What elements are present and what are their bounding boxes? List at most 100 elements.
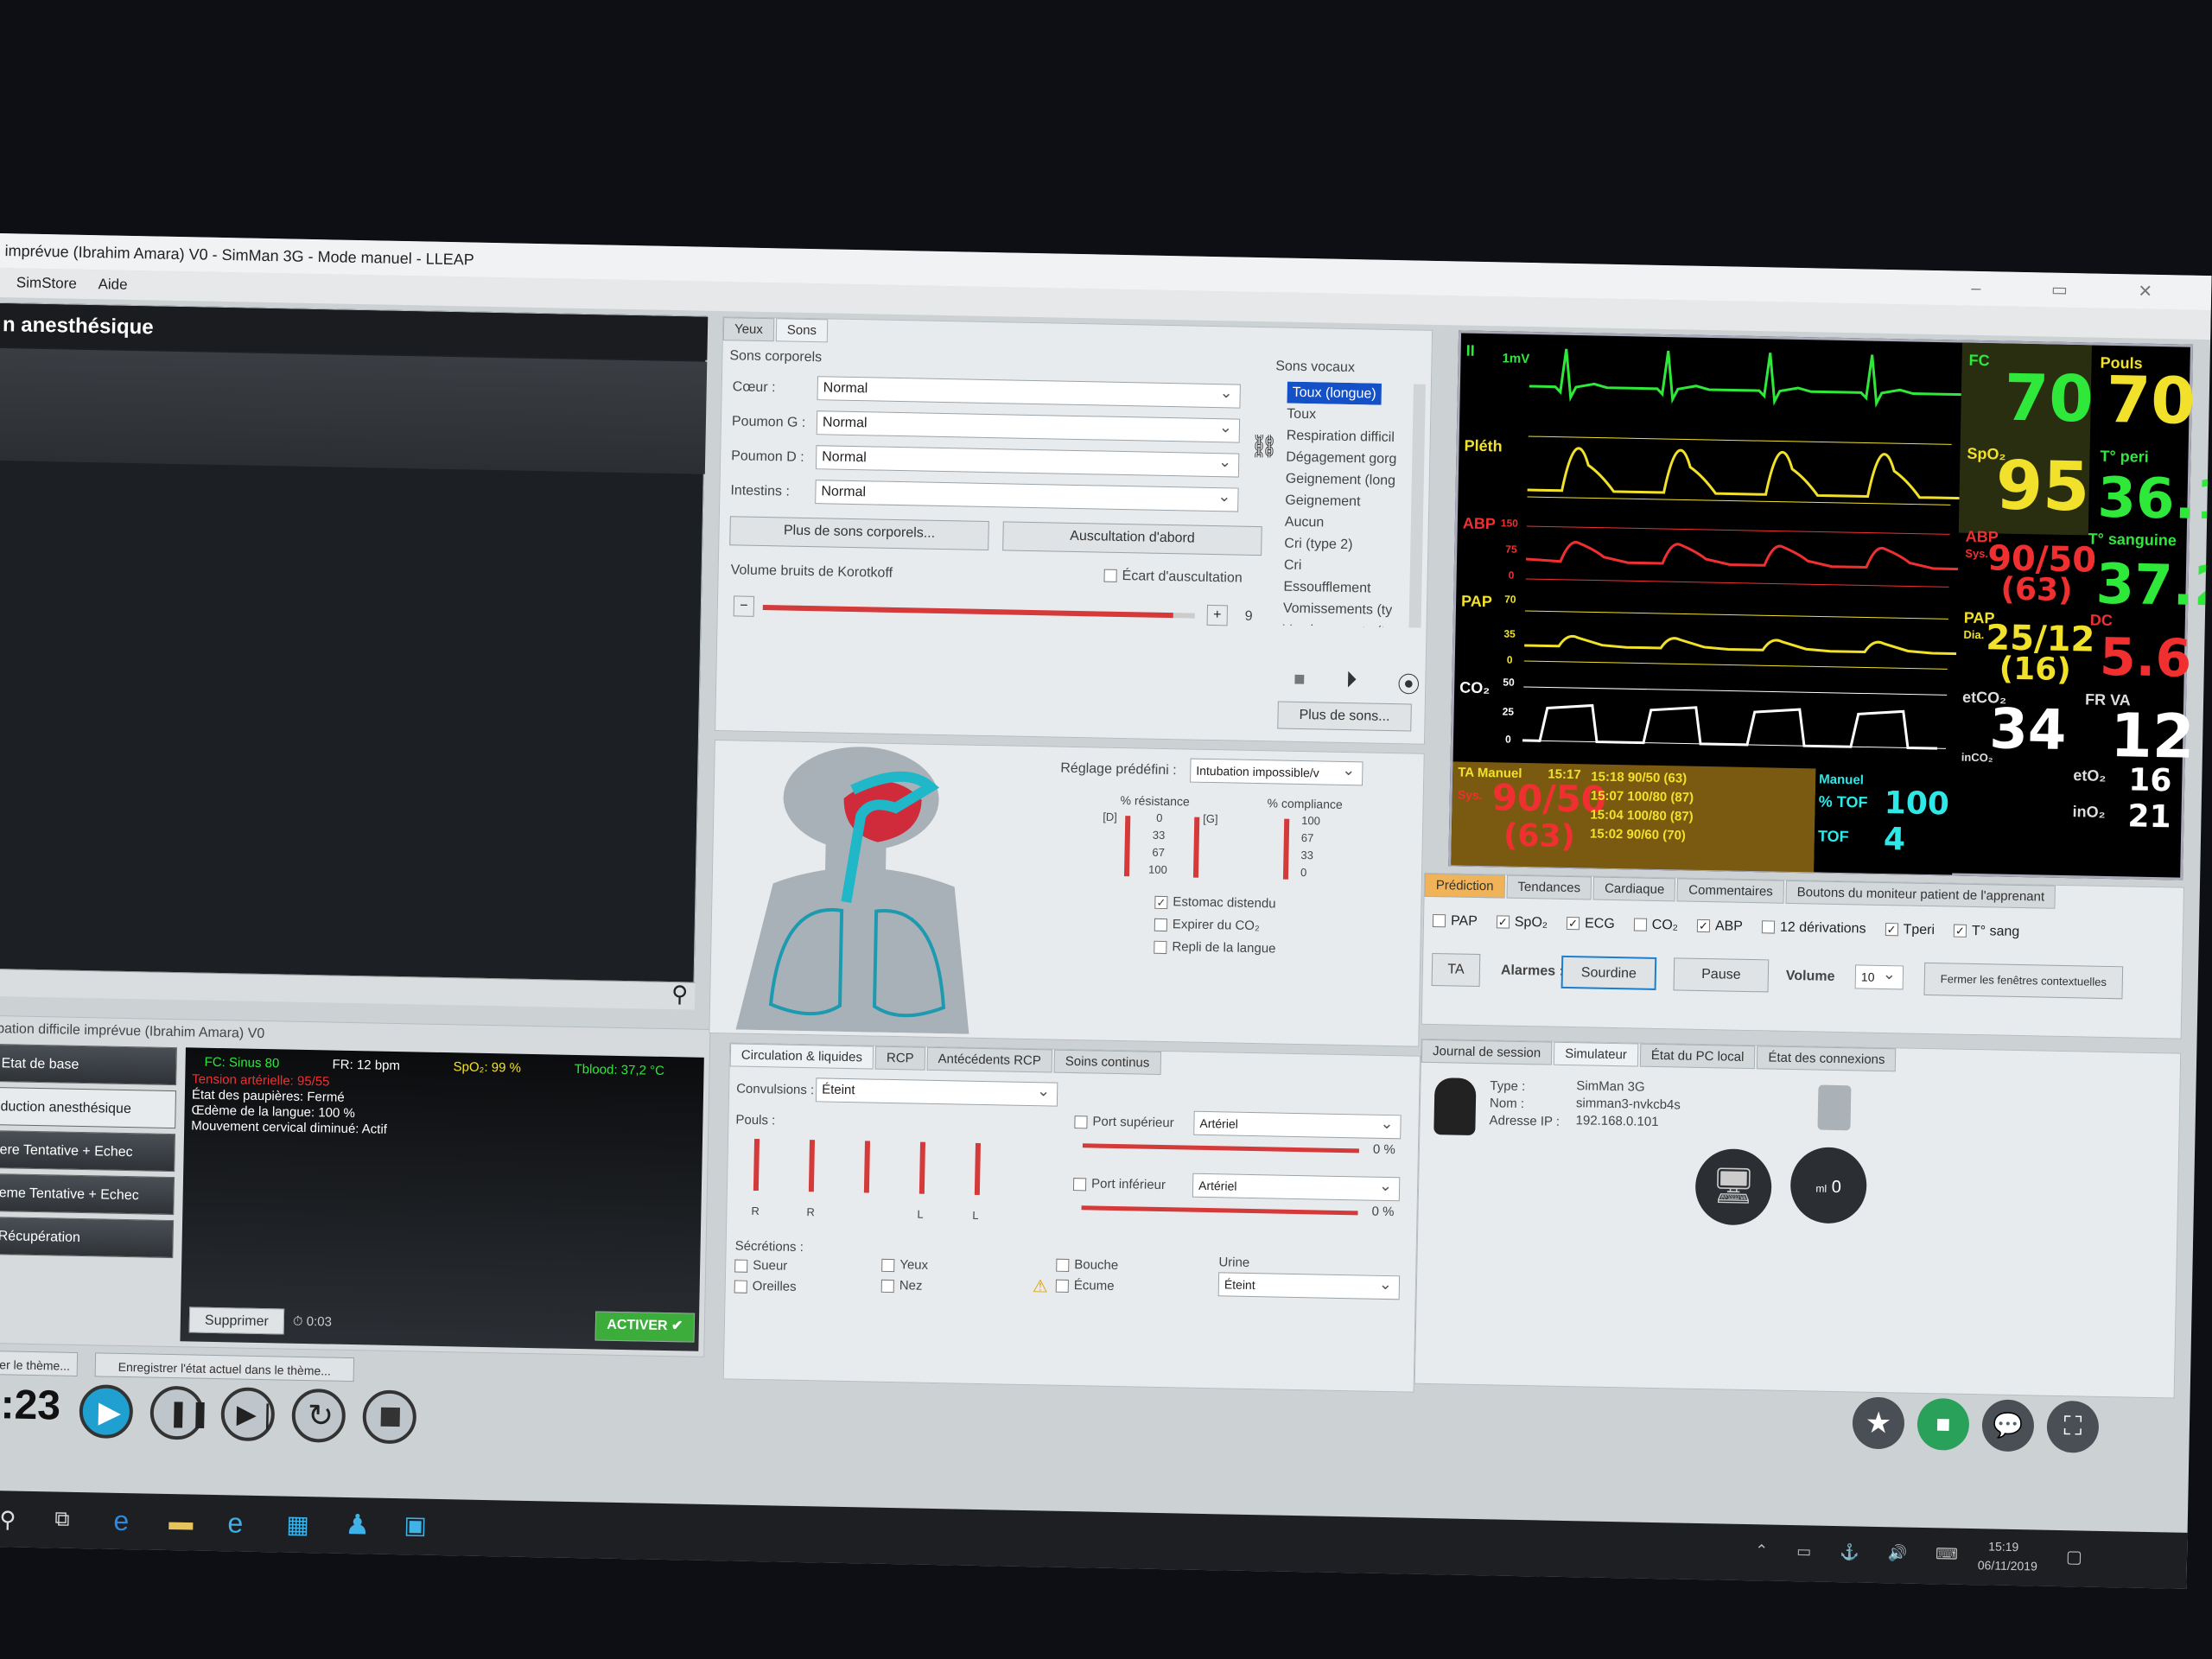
monitor-param-checkbox[interactable]: PAP: [1432, 913, 1478, 930]
volume-plus[interactable]: +: [1206, 604, 1229, 626]
tab-cardiaque[interactable]: Cardiaque: [1592, 876, 1676, 902]
pulse-slider[interactable]: [918, 1141, 926, 1194]
sec-sueur[interactable]: Sueur: [734, 1258, 787, 1274]
delete-button[interactable]: Supprimer: [188, 1306, 285, 1335]
camera-icon[interactable]: ■: [1916, 1397, 1970, 1451]
tab-antecedents-rcp[interactable]: Antécédents RCP: [926, 1046, 1053, 1073]
vocal-sound-item[interactable]: Toux (longue): [1284, 381, 1414, 406]
compliance-slider[interactable]: [1282, 818, 1290, 880]
app-icon[interactable]: ▣: [404, 1510, 427, 1540]
sec-bouche[interactable]: Bouche: [1056, 1257, 1118, 1273]
play-button[interactable]: ▶: [79, 1384, 134, 1440]
sec-ecume[interactable]: Écume: [1055, 1278, 1115, 1294]
sec-oreilles[interactable]: Oreilles: [734, 1279, 797, 1294]
checkbox[interactable]: [734, 1259, 748, 1273]
step-recuperation[interactable]: Récupération: [0, 1216, 175, 1259]
left-lung-select[interactable]: Normal: [816, 410, 1241, 443]
menu-aide[interactable]: Aide: [98, 276, 127, 293]
checkbox[interactable]: ✓: [1496, 915, 1510, 929]
checkbox[interactable]: [1761, 920, 1776, 934]
checkbox[interactable]: [1056, 1258, 1070, 1272]
save-theme-button[interactable]: Enregistrer l'état actuel dans le thème.…: [94, 1352, 355, 1382]
tab-yeux[interactable]: Yeux: [722, 317, 775, 342]
monitor-param-checkbox[interactable]: ✓ ABP: [1696, 918, 1743, 935]
step-etat-de-base[interactable]: Etat de base: [0, 1043, 177, 1086]
checkbox[interactable]: ✓: [1885, 923, 1898, 937]
theme-button[interactable]: strer le thème...: [0, 1350, 79, 1376]
star-icon[interactable]: ★: [1852, 1396, 1905, 1450]
checkbox[interactable]: [1432, 914, 1446, 928]
activate-button[interactable]: ACTIVER ✔: [594, 1311, 696, 1343]
tab-circulation[interactable]: Circulation & liquides: [729, 1043, 874, 1070]
stop-sound-icon[interactable]: ⏹: [1294, 665, 1306, 693]
store-icon[interactable]: ▦: [286, 1510, 309, 1540]
vocal-sound-item[interactable]: Dégagement gorg: [1282, 447, 1412, 471]
monitor-param-checkbox[interactable]: ✓ ECG: [1566, 916, 1615, 932]
vocal-sound-item[interactable]: Geignement: [1281, 490, 1411, 514]
stomach-checkbox[interactable]: ✓ Estomac distendu: [1154, 894, 1276, 911]
vocal-sound-item[interactable]: Vomissements (ty: [1280, 598, 1409, 622]
search-icon[interactable]: ⚲: [671, 981, 689, 1007]
port-inf-slider[interactable]: [1081, 1205, 1358, 1216]
pause-alarm-button[interactable]: Pause: [1673, 957, 1770, 993]
vocal-sound-item[interactable]: Cri (type 2): [1281, 533, 1410, 557]
vocal-sound-item[interactable]: Aucun: [1281, 512, 1411, 536]
checkbox[interactable]: [1072, 1177, 1087, 1191]
pulse-slider[interactable]: [974, 1142, 981, 1195]
link-lungs-icon[interactable]: ⛓: [1249, 433, 1279, 461]
port-inf-select[interactable]: Artériel: [1192, 1173, 1401, 1202]
ta-button[interactable]: TA: [1431, 952, 1481, 988]
tab-connexions[interactable]: État des connexions: [1757, 1046, 1897, 1072]
bowel-select[interactable]: Normal: [815, 480, 1239, 512]
preset-select[interactable]: Intubation impossible/v: [1190, 758, 1363, 786]
vocal-sound-item[interactable]: Essoufflement: [1280, 576, 1409, 601]
tab-learner-buttons[interactable]: Boutons du moniteur patient de l'apprena…: [1785, 880, 2056, 909]
fluid-icon[interactable]: ml 0: [1789, 1146, 1868, 1224]
window-controls[interactable]: – ▭ ✕: [1971, 271, 2186, 310]
checkbox[interactable]: [1633, 918, 1647, 931]
pulse-slider[interactable]: [863, 1141, 871, 1193]
search-icon[interactable]: ⚲: [0, 1506, 16, 1533]
tab-rcp[interactable]: RCP: [874, 1046, 925, 1071]
tab-sons[interactable]: Sons: [775, 318, 829, 343]
step-tentative-2[interactable]: eme Tentative + Echec: [0, 1173, 175, 1216]
task-view-icon[interactable]: ⧉: [54, 1507, 70, 1531]
port-sup-slider[interactable]: [1082, 1143, 1359, 1154]
checkbox[interactable]: [734, 1280, 747, 1294]
stop-button[interactable]: [362, 1389, 417, 1445]
tongue-fold-checkbox[interactable]: Repli de la langue: [1154, 939, 1276, 956]
tab-commentaires[interactable]: Commentaires: [1676, 878, 1785, 904]
port-inf-checkbox[interactable]: Port inférieur: [1072, 1176, 1166, 1192]
step-induction[interactable]: duction anesthésique: [0, 1086, 176, 1129]
skip-button[interactable]: ▶❘: [220, 1387, 278, 1442]
ie-icon[interactable]: e: [227, 1507, 243, 1539]
checkbox[interactable]: [881, 1258, 895, 1272]
checkbox[interactable]: [1103, 569, 1117, 583]
tab-journal[interactable]: Journal de session: [1421, 1039, 1553, 1065]
tab-prediction[interactable]: Prédiction: [1424, 873, 1505, 899]
close-popups-button[interactable]: Fermer les fenêtres contextuelles: [1923, 962, 2124, 1000]
mute-button[interactable]: Sourdine: [1560, 955, 1657, 990]
checkbox[interactable]: [1074, 1115, 1088, 1128]
sec-yeux[interactable]: Yeux: [881, 1257, 928, 1273]
volume-stepper[interactable]: 10: [1854, 964, 1904, 990]
checkbox[interactable]: [1055, 1279, 1069, 1293]
chat-icon[interactable]: 💬: [1981, 1399, 2035, 1452]
pause-button[interactable]: ❚❚: [149, 1385, 211, 1440]
loop-sound-icon[interactable]: ⦿: [1397, 667, 1421, 699]
edge-icon[interactable]: e: [113, 1505, 129, 1537]
computer-icon[interactable]: 🖥: [1694, 1147, 1773, 1226]
monitor-param-checkbox[interactable]: ✓ Tperi: [1885, 922, 1935, 938]
heart-select[interactable]: Normal: [817, 376, 1241, 409]
step-tentative-1[interactable]: ere Tentative + Echec: [0, 1129, 176, 1173]
tab-simulateur[interactable]: Simulateur: [1553, 1041, 1639, 1067]
notification-icon[interactable]: ▢: [2066, 1546, 2082, 1567]
vocal-sound-item[interactable]: Cri: [1281, 555, 1410, 579]
monitor-param-checkbox[interactable]: 12 dérivations: [1761, 919, 1866, 937]
resistance-slider-left[interactable]: [1192, 817, 1200, 878]
monitor-param-checkbox[interactable]: ✓ T° sang: [1953, 924, 2019, 940]
folder-icon[interactable]: ▬: [168, 1508, 194, 1536]
tab-soins-continus[interactable]: Soins continus: [1053, 1049, 1161, 1075]
more-body-sounds-button[interactable]: Plus de sons corporels...: [729, 516, 989, 551]
vocal-sound-item[interactable]: Geignement (long: [1282, 468, 1412, 493]
